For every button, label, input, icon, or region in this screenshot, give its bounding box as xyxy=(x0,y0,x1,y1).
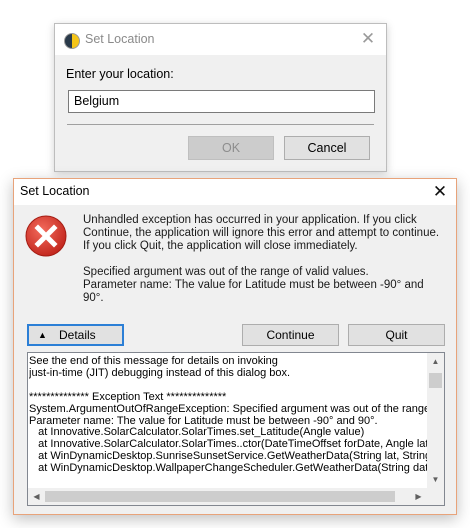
error-dialog: Set Location ✕ Unhandled exception has o… xyxy=(13,178,457,515)
error-message: Unhandled exception has occurred in your… xyxy=(83,214,443,305)
error-message-detail-line-2: Parameter name: The value for Latitude m… xyxy=(83,279,424,304)
error-icon xyxy=(25,215,67,257)
error-dialog-title: Set Location xyxy=(20,184,90,198)
vertical-scrollbar[interactable]: ▲ ▼ xyxy=(427,353,444,488)
location-dialog: Set Location ✕ Enter your location: OK C… xyxy=(54,23,387,172)
scroll-left-icon[interactable]: ◀ xyxy=(28,488,45,505)
close-icon[interactable]: ✕ xyxy=(358,29,378,49)
quit-button[interactable]: Quit xyxy=(348,324,445,346)
error-message-detail-line-1: Specified argument was out of the range … xyxy=(83,266,369,278)
scroll-right-icon[interactable]: ▶ xyxy=(410,488,427,505)
continue-button[interactable]: Continue xyxy=(242,324,339,346)
scrollbar-corner xyxy=(427,488,444,505)
location-dialog-title: Set Location xyxy=(85,32,155,46)
error-dialog-titlebar: Set Location ✕ xyxy=(14,179,456,205)
location-input[interactable] xyxy=(68,90,375,113)
horizontal-scrollbar[interactable]: ◀ ▶ xyxy=(28,488,427,505)
location-dialog-titlebar: Set Location ✕ xyxy=(55,24,386,55)
scroll-down-icon[interactable]: ▼ xyxy=(427,471,444,488)
details-textbox[interactable]: See the end of this message for details … xyxy=(27,352,445,506)
horizontal-scroll-thumb[interactable] xyxy=(45,491,395,502)
details-text: See the end of this message for details … xyxy=(29,356,427,475)
close-icon[interactable]: ✕ xyxy=(429,181,451,203)
divider xyxy=(67,124,374,125)
location-prompt-label: Enter your location: xyxy=(66,67,174,81)
app-icon xyxy=(64,33,80,49)
cancel-button[interactable]: Cancel xyxy=(284,136,370,160)
details-button[interactable]: ▲ Details xyxy=(27,324,124,346)
ok-button[interactable]: OK xyxy=(188,136,274,160)
triangle-up-icon: ▲ xyxy=(38,330,47,340)
scroll-up-icon[interactable]: ▲ xyxy=(427,353,444,370)
vertical-scroll-thumb[interactable] xyxy=(429,373,442,388)
error-message-main: Unhandled exception has occurred in your… xyxy=(83,214,440,252)
details-button-label: Details xyxy=(59,328,96,342)
